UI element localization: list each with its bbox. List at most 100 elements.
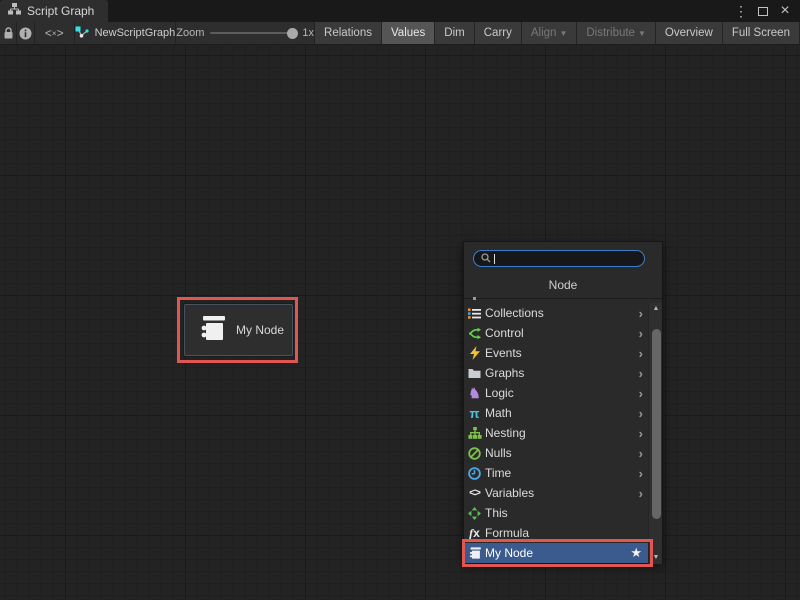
chevron-right-icon: › xyxy=(639,446,648,461)
close-icon[interactable]: × xyxy=(776,1,794,21)
zoom-control: Zoom 1x xyxy=(176,22,315,44)
toolbar-button-label: Overview xyxy=(665,27,713,39)
formula-icon: fx xyxy=(467,526,482,541)
list-item-logic[interactable]: ♞Logic› xyxy=(464,383,650,403)
this-icon xyxy=(467,506,482,521)
tab-label: Script Graph xyxy=(27,4,94,18)
list-item-label: This xyxy=(485,506,648,520)
node-label: My Node xyxy=(236,323,284,337)
chevron-right-icon: › xyxy=(639,346,648,361)
toolbar-button-carry[interactable]: Carry xyxy=(475,22,522,44)
toolbar-buttons: RelationsValuesDimCarryAlign▼Distribute▼… xyxy=(315,22,800,44)
list-item-label: Nulls xyxy=(485,446,636,460)
tab-script-graph[interactable]: Script Graph xyxy=(0,0,108,22)
zoom-label: Zoom xyxy=(176,27,204,39)
toolbar-button-relations[interactable]: Relations xyxy=(315,22,382,44)
unit-icon xyxy=(467,546,482,561)
chevron-right-icon: › xyxy=(639,306,648,321)
logic-icon: ♞ xyxy=(467,386,482,401)
dropdown-caret-icon: ▼ xyxy=(638,29,646,38)
favorite-star-icon[interactable]: ★ xyxy=(630,545,648,561)
toolbar-button-label: Carry xyxy=(484,27,512,39)
variables-icon: <> xyxy=(467,486,482,501)
node-search-popup: Node Collections›Control›Events›Graphs›♞… xyxy=(463,241,663,563)
list-item-my-node[interactable]: My Node★ xyxy=(464,543,650,563)
list-item-time[interactable]: Time› xyxy=(464,463,650,483)
chevron-right-icon: › xyxy=(639,386,648,401)
code-brackets-icon[interactable]: <×> xyxy=(35,22,75,44)
list-item-label: Logic xyxy=(485,386,636,400)
script-graph-window: Script Graph ⋮ × <×> xyxy=(0,0,800,600)
list-item-nesting[interactable]: Nesting› xyxy=(464,423,650,443)
chevron-right-icon: › xyxy=(639,366,648,381)
scrollbar-thumb[interactable] xyxy=(652,329,661,519)
separator-dot xyxy=(473,297,476,300)
chevron-right-icon: › xyxy=(639,326,648,341)
graph-name: NewScriptGraph xyxy=(95,27,176,39)
list-item-events[interactable]: Events› xyxy=(464,343,650,363)
list-item-label: Control xyxy=(485,326,636,340)
graph-name-group[interactable]: NewScriptGraph xyxy=(75,22,177,44)
toolbar-button-overview[interactable]: Overview xyxy=(656,22,723,44)
lock-icon[interactable] xyxy=(0,22,17,44)
list-item-formula[interactable]: fxFormula xyxy=(464,523,650,543)
text-caret xyxy=(494,254,495,264)
time-icon xyxy=(467,466,482,481)
maximize-icon[interactable] xyxy=(754,1,772,21)
list-item-label: Events xyxy=(485,346,636,360)
scroll-up-icon[interactable]: ▲ xyxy=(649,303,663,315)
zoom-value: 1x xyxy=(302,27,314,39)
graphs-icon xyxy=(467,366,482,381)
chevron-right-icon: › xyxy=(639,426,648,441)
control-icon xyxy=(467,326,482,341)
toolbar-button-label: Distribute xyxy=(586,27,635,39)
list-item-label: Collections xyxy=(485,306,636,320)
list-item-label: Math xyxy=(485,406,636,420)
list-item-control[interactable]: Control› xyxy=(464,323,650,343)
info-icon[interactable] xyxy=(17,22,34,44)
script-graph-icon xyxy=(8,2,21,20)
list-item-variables[interactable]: <>Variables› xyxy=(464,483,650,503)
toolbar-button-label: Dim xyxy=(444,27,464,39)
graph-canvas[interactable]: My Node Node xyxy=(0,45,800,600)
toolbar-button-distribute: Distribute▼ xyxy=(577,22,656,44)
search-input[interactable] xyxy=(498,253,637,265)
list-item-math[interactable]: πMath› xyxy=(464,403,650,423)
toolbar-button-label: Values xyxy=(391,27,425,39)
collections-icon xyxy=(467,306,482,321)
events-icon xyxy=(467,346,482,361)
annotation-highlight-node: My Node xyxy=(177,297,298,363)
list-item-nulls[interactable]: Nulls› xyxy=(464,443,650,463)
list-item-label: Graphs xyxy=(485,366,636,380)
toolbar-button-dim[interactable]: Dim xyxy=(435,22,474,44)
toolbar-button-values[interactable]: Values xyxy=(382,22,435,44)
dropdown-caret-icon: ▼ xyxy=(559,29,567,38)
toolbar-button-full-screen[interactable]: Full Screen xyxy=(723,22,800,44)
titlebar: Script Graph ⋮ × xyxy=(0,0,800,22)
unit-icon xyxy=(198,313,227,348)
popup-header: Node xyxy=(464,271,662,298)
list-item-graphs[interactable]: Graphs› xyxy=(464,363,650,383)
popup-scrollbar[interactable]: ▲ ▼ xyxy=(648,303,662,564)
list-item-label: Formula xyxy=(485,526,648,540)
chevron-right-icon: › xyxy=(639,466,648,481)
toolbar-button-align: Align▼ xyxy=(522,22,578,44)
list-item-this[interactable]: This xyxy=(464,503,650,523)
toolbar-button-label: Align xyxy=(531,27,557,39)
node-option-list: Collections›Control›Events›Graphs›♞Logic… xyxy=(464,303,650,563)
list-item-collections[interactable]: Collections› xyxy=(464,303,650,323)
list-item-label: Variables xyxy=(485,486,636,500)
search-box[interactable] xyxy=(473,250,645,267)
toolbar-button-label: Full Screen xyxy=(732,27,790,39)
toolbar-button-label: Relations xyxy=(324,27,372,39)
graph-icon xyxy=(75,26,89,41)
search-icon xyxy=(481,250,491,268)
scroll-down-icon[interactable]: ▼ xyxy=(649,552,663,564)
list-item-label: Nesting xyxy=(485,426,636,440)
zoom-slider[interactable] xyxy=(210,32,296,34)
graph-node-my-node[interactable]: My Node xyxy=(184,304,293,356)
zoom-slider-handle[interactable] xyxy=(287,28,298,39)
kebab-menu-icon[interactable]: ⋮ xyxy=(732,1,750,21)
list-item-label: Time xyxy=(485,466,636,480)
list-item-label: My Node xyxy=(485,546,627,560)
